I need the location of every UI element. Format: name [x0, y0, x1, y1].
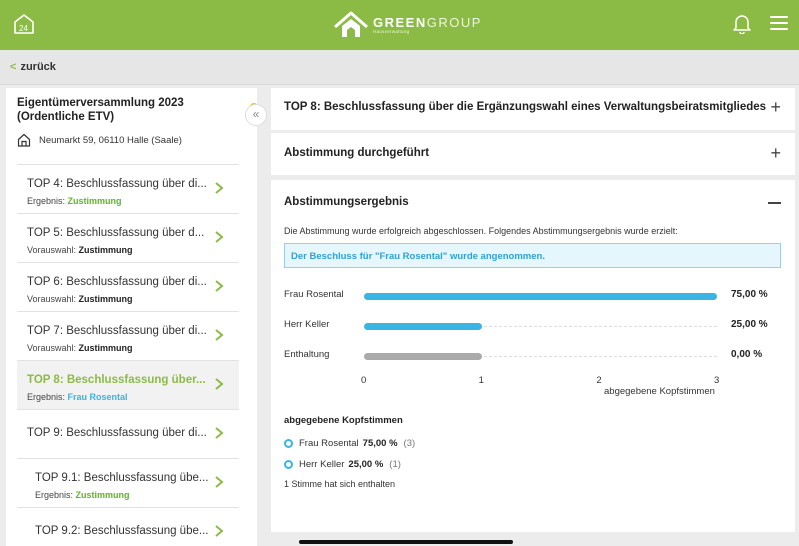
hamburger-menu-icon[interactable] [770, 16, 788, 32]
bar-label: Frau Rosental [284, 289, 344, 300]
x-axis-title: abgegebene Kopfstimmen [604, 386, 715, 397]
meeting-title: Eigentümerversammlung 2023 (Ordentliche … [17, 97, 184, 123]
list-item-top4[interactable]: TOP 4: Beschlussfassung über di... Ergeb… [17, 164, 239, 213]
back-button[interactable]: < zurück [10, 61, 56, 73]
chevron-right-icon [215, 182, 224, 194]
back-label: zurück [20, 61, 56, 73]
vote-entry: Frau Rosental 75,00 % (3) [284, 438, 415, 449]
brand-logo[interactable]: GREENGROUP Hausverwaltung [333, 8, 482, 42]
house-logo-icon [334, 11, 368, 37]
minus-icon[interactable] [768, 202, 781, 204]
svg-text:24: 24 [19, 24, 28, 33]
vote-pct: 25,00 % [348, 459, 384, 470]
chevron-right-icon [215, 329, 224, 341]
list-item-title: TOP 6: Beschlussfassung über di... [27, 276, 207, 288]
plus-icon[interactable]: + [770, 97, 781, 118]
bar-value-label: 75,00 % [731, 289, 768, 300]
chevron-right-icon [215, 378, 224, 390]
abstained-note: 1 Stimme hat sich enthalten [284, 479, 396, 489]
list-item-top8[interactable]: TOP 8: Beschlussfassung über... Ergebnis… [17, 360, 239, 409]
house-icon [17, 133, 31, 147]
vote-name: Herr Keller [299, 459, 345, 470]
address: Neumarkt 59, 06110 Halle (Saale) [17, 133, 182, 147]
list-item-result: Vorauswahl: Zustimmung [27, 245, 133, 255]
list-item-result: Vorauswahl: Zustimmung [27, 294, 133, 304]
vote-count: (3) [403, 438, 416, 449]
radio-ring-icon [284, 439, 293, 448]
top-bar: 24 GREENGROUP Hausverwaltung [0, 0, 799, 50]
list-item-top9[interactable]: TOP 9: Beschlussfassung über di... [17, 409, 239, 458]
top-list: TOP 4: Beschlussfassung über di... Ergeb… [17, 164, 239, 546]
bar-label: Herr Keller [284, 319, 330, 330]
list-item-title: TOP 9: Beschlussfassung über di... [27, 427, 207, 439]
list-item-top9-2[interactable]: TOP 9.2: Beschlussfassung übe... [17, 507, 239, 546]
home-indicator [299, 540, 513, 544]
vote-count: (1) [389, 459, 401, 470]
result-title: Abstimmungsergebnis [284, 196, 409, 208]
back-bar: < zurück [0, 50, 799, 85]
chevron-right-icon [215, 525, 224, 537]
vote-name: Frau Rosental [299, 438, 359, 449]
sidebar: Eigentümerversammlung 2023 (Ordentliche … [6, 88, 257, 546]
voting-done-title: Abstimmung durchgeführt [284, 147, 430, 159]
list-item-title: TOP 5: Beschlussfassung über d... [27, 227, 205, 239]
result-description: Die Abstimmung wurde erfolgreich abgesch… [284, 226, 678, 236]
chevron-right-icon [215, 476, 224, 488]
list-item-result: Ergebnis: Zustimmung [35, 490, 130, 500]
list-item-result: Ergebnis: Zustimmung [27, 196, 122, 206]
collapse-sidebar-button[interactable]: « [245, 104, 267, 126]
bar [364, 323, 482, 330]
bar-value-label: 25,00 % [731, 319, 768, 330]
vote-pct: 75,00 % [362, 438, 398, 449]
top-header-title: TOP 8: Beschlussfassung über die Ergänzu… [284, 101, 767, 113]
chevron-right-icon [215, 231, 224, 243]
x-tick-label: 1 [478, 375, 484, 386]
result-alert: Der Beschluss für "Frau Rosental" wurde … [284, 243, 781, 268]
result-chart: Frau Rosental 75,00 % Herr Keller 25,00 % En… [284, 280, 784, 405]
list-item-title: TOP 8: Beschlussfassung über... [27, 374, 206, 386]
brand-main: GREEN [373, 14, 427, 30]
bar [364, 353, 482, 360]
voting-done-card[interactable]: Abstimmung durchgeführt + [271, 133, 795, 175]
radio-ring-icon [284, 460, 293, 469]
list-item-title: TOP 9.2: Beschlussfassung übe... [35, 525, 209, 537]
list-item-title: TOP 9.1: Beschlussfassung übe... [35, 472, 209, 484]
chevron-right-icon [215, 427, 224, 439]
vote-entry: Herr Keller 25,00 % (1) [284, 459, 401, 470]
bar [364, 293, 717, 300]
chevron-right-icon [215, 280, 224, 292]
list-item-result: Ergebnis: Frau Rosental [27, 392, 128, 402]
bar-label: Enthaltung [284, 349, 330, 360]
result-card: Abstimmungsergebnis Die Abstimmung wurde… [271, 180, 795, 532]
x-tick-label: 3 [714, 375, 720, 386]
address-text: Neumarkt 59, 06110 Halle (Saale) [39, 134, 182, 146]
plus-icon[interactable]: + [770, 143, 781, 164]
result-alert-text: Der Beschluss für "Frau Rosental" wurde … [291, 251, 545, 262]
bell-icon[interactable] [733, 14, 751, 39]
brand-light: GROUP [426, 14, 482, 30]
bar-value-label: 0,00 % [731, 349, 763, 360]
chevron-left-icon: < [10, 61, 17, 73]
list-item-top9-1[interactable]: TOP 9.1: Beschlussfassung übe... Ergebni… [17, 458, 239, 507]
list-item-top7[interactable]: TOP 7: Beschlussfassung über di... Vorau… [17, 311, 239, 360]
top-header-card[interactable]: TOP 8: Beschlussfassung über die Ergänzu… [271, 88, 795, 130]
list-item-title: TOP 4: Beschlussfassung über di... [27, 178, 207, 190]
votes-heading: abgegebene Kopfstimmen [284, 415, 403, 426]
list-item-top6[interactable]: TOP 6: Beschlussfassung über di... Vorau… [17, 262, 239, 311]
x-tick-label: 0 [361, 375, 367, 386]
list-item-top5[interactable]: TOP 5: Beschlussfassung über d... Voraus… [17, 213, 239, 262]
x-tick-label: 2 [596, 375, 602, 386]
list-item-title: TOP 7: Beschlussfassung über di... [27, 325, 207, 337]
home-24-icon[interactable]: 24 [12, 12, 36, 36]
list-item-result: Vorauswahl: Zustimmung [27, 343, 133, 353]
